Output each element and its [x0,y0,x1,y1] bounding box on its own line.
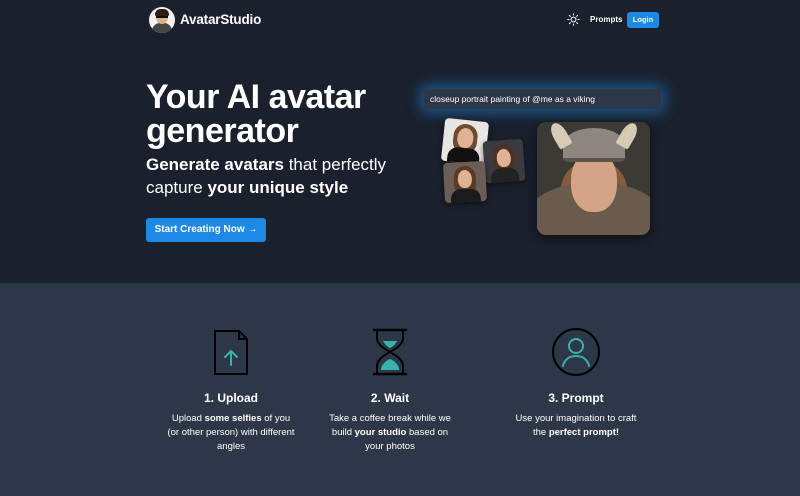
viking-avatar-image [537,122,650,235]
step-title: 3. Prompt [548,391,604,405]
selfie-thumbnail [440,117,490,166]
login-button[interactable]: Login [627,12,659,28]
selfie-thumbnail [482,138,526,184]
hourglass-icon [373,328,407,376]
how-it-works-section: 1. Upload Upload some selfies of you (or… [0,283,800,496]
step-description: Use your imagination to craft the perfec… [515,413,637,438]
navbar: AvatarStudio Prompts Login [149,7,659,33]
step-title: 2. Wait [370,391,410,405]
selfie-thumbnail [442,160,488,204]
theme-toggle-sun-icon[interactable] [567,13,580,26]
logo-avatar-icon[interactable] [149,7,175,33]
step-title: 1. Upload [203,391,258,405]
example-prompt: closeup portrait painting of @me as a vi… [424,89,661,109]
start-creating-button[interactable]: Start Creating Now → [146,218,266,242]
brand-name[interactable]: AvatarStudio [180,12,261,27]
upload-file-icon [214,330,248,375]
hero-title: Your AI avatar generator [146,78,366,150]
step-description: Take a coffee break while we build your … [329,413,451,452]
user-circle-icon [552,328,600,376]
step-description: Upload some selfies of you (or other per… [167,413,295,452]
nav-prompts-link[interactable]: Prompts [590,15,622,24]
hero-subtitle: Generate avatars that perfectly capture … [146,155,387,197]
